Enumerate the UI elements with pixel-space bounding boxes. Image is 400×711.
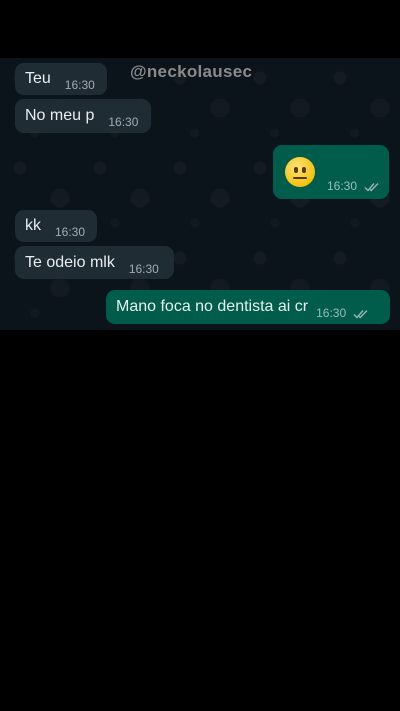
message-text: kk	[25, 217, 41, 234]
message-bubble-incoming[interactable]: Teu 16:30	[15, 63, 107, 95]
message-text: No meu p	[25, 107, 95, 124]
message-text: Mano foca no dentista ai cr	[116, 298, 309, 315]
message-time: 16:30	[327, 176, 380, 196]
message-time: 16:30	[128, 261, 159, 276]
message-time: 16:30	[108, 115, 139, 129]
message-time: 16:30	[64, 78, 95, 92]
message-bubble-incoming[interactable]: Te odeio mlk 16:30	[15, 246, 174, 279]
message-bubble-outgoing[interactable]: Mano foca no dentista ai cr 16:30	[106, 290, 390, 324]
message-bubble-outgoing[interactable]: 16:30	[273, 145, 389, 199]
message-time: 16:30	[316, 303, 369, 323]
message-text: Teu	[25, 70, 51, 87]
double-check-icon	[353, 309, 368, 319]
message-bubble-incoming[interactable]: No meu p 16:30	[15, 99, 151, 133]
watermark: @neckolausec	[130, 62, 253, 81]
message-time: 16:30	[55, 225, 86, 239]
double-check-icon	[364, 182, 379, 192]
message-text: Te odeio mlk	[25, 253, 115, 271]
neutral-face-emoji-icon	[285, 157, 315, 187]
message-bubble-incoming[interactable]: kk 16:30	[15, 210, 97, 242]
screen: @neckolausec Teu 16:30 No meu p 16:30 16…	[0, 0, 400, 711]
